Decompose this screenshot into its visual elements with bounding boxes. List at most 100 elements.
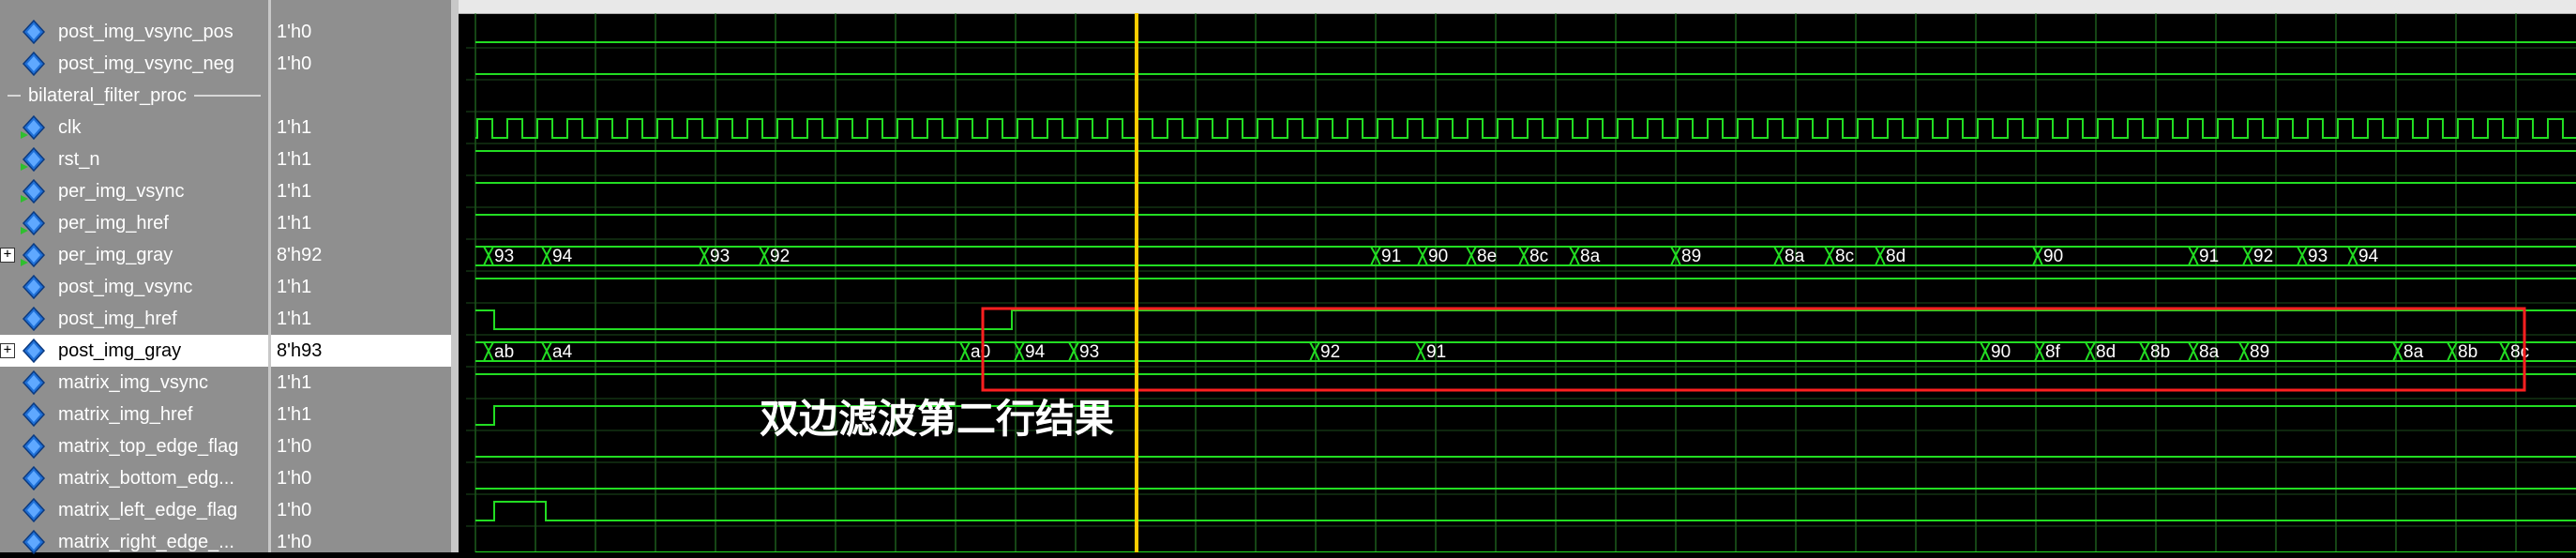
signal-row[interactable]: per_img_href: [0, 207, 268, 239]
bus-value-label: 91: [1426, 342, 1446, 362]
signal-value: 1'h1: [277, 148, 312, 170]
bus-transition: [2392, 341, 2403, 362]
group-divider: [193, 95, 261, 97]
bus-value-label: 90: [1991, 342, 2011, 362]
signal-row[interactable]: per_img_vsync: [0, 175, 268, 207]
signal-out-icon: [21, 51, 47, 77]
signal-in-icon: [21, 210, 47, 236]
bus-transition: [1773, 246, 1785, 266]
highlight-box: [981, 307, 2526, 392]
bus-transition: [2242, 246, 2253, 266]
signal-out-icon: [21, 465, 47, 491]
bus-value-label: 8a: [1580, 247, 1601, 266]
signal-out-icon: [21, 338, 47, 364]
bus-transition: [541, 246, 552, 266]
bus-transition: [1415, 341, 1426, 362]
signal-values-panel: 1'h0 1'h0 1'h1 1'h1 1'h1 1'h1 8'h92 1'h1 1'h1 8'h…: [271, 0, 459, 552]
expand-toggle-icon[interactable]: +: [0, 248, 15, 263]
signal-row[interactable]: post_img_vsync_pos: [0, 16, 268, 48]
signal-in-icon: [21, 178, 47, 204]
bus-value-label: 93: [494, 247, 514, 266]
bus-value-label: 92: [2253, 247, 2273, 266]
waveform-canvas[interactable]: 93 94 93 92 91 90 8e 8c 8a 89 8a 8c 8d 90 91 92 93 94 ab a4…: [466, 13, 2576, 552]
bus-value-label: 8a: [2403, 342, 2424, 362]
signal-value: 1'h0: [277, 435, 312, 457]
signal-out-icon: [21, 369, 47, 396]
signal-row[interactable]: matrix_bottom_edg...: [0, 462, 268, 494]
signal-out-icon: [21, 306, 47, 332]
bus-transition: [759, 246, 770, 266]
signal-name: per_img_href: [58, 212, 169, 234]
bus-transition: [1518, 246, 1529, 266]
signal-row[interactable]: matrix_right_edge_...: [0, 526, 268, 558]
bus-transition: [1980, 341, 1991, 362]
signal-value: 1'h1: [277, 371, 312, 393]
signal-value: 8'h92: [277, 244, 323, 265]
bus-value-label: 8e: [1477, 247, 1497, 266]
bus-value-label: 93: [2308, 247, 2327, 266]
signal-value: 1'h1: [277, 308, 312, 329]
bus-value-label: 8c: [2510, 342, 2529, 362]
bus-transition: [1875, 246, 1886, 266]
bus-transition: [2032, 246, 2043, 266]
signal-row[interactable]: rst_n: [0, 143, 268, 175]
signal-name: matrix_bottom_edg...: [58, 467, 234, 489]
expand-toggle-icon[interactable]: +: [0, 343, 15, 358]
signal-value: 1'h1: [277, 403, 312, 425]
signal-out-icon: [21, 274, 47, 300]
signal-name: clk: [58, 116, 82, 138]
bus-value-label: 92: [770, 247, 790, 266]
signal-row[interactable]: matrix_left_edge_flag: [0, 494, 268, 526]
signal-row[interactable]: post_img_href: [0, 303, 268, 335]
clock-trace: [475, 118, 2576, 139]
bus-transition: [483, 246, 494, 266]
group-divider: [8, 95, 21, 97]
signal-name: matrix_img_href: [58, 403, 193, 425]
bus-value-label: 8c: [1835, 247, 1854, 266]
bus-value-label: 93: [1079, 342, 1099, 362]
signal-out-icon: [21, 497, 47, 523]
signal-name: post_img_gray: [58, 339, 182, 361]
signal-row[interactable]: + per_img_gray: [0, 239, 268, 271]
signal-name: per_img_vsync: [58, 180, 185, 202]
signal-out-icon: [21, 401, 47, 428]
signal-row[interactable]: matrix_img_href: [0, 399, 268, 430]
signal-name: post_img_vsync: [58, 276, 193, 297]
signal-value: 1'h0: [277, 21, 312, 42]
signal-row[interactable]: post_img_vsync: [0, 271, 268, 303]
bus-value-label: 90: [1428, 247, 1448, 266]
bus-transition: [1824, 246, 1835, 266]
signal-row[interactable]: + post_img_gray: [0, 335, 268, 367]
bus-transition: [2347, 246, 2358, 266]
bus-value-label: 92: [1320, 342, 1340, 362]
signal-row[interactable]: clk: [0, 112, 268, 143]
bus-value-label: 90: [2043, 247, 2063, 266]
signal-row[interactable]: matrix_top_edge_flag: [0, 430, 268, 462]
bus-transition: [1466, 246, 1477, 266]
bus-value-label: 91: [1381, 247, 1401, 266]
bus-value-label: a0: [971, 342, 990, 362]
signal-name: matrix_img_vsync: [58, 371, 209, 393]
bus-transition: [699, 246, 710, 266]
signal-name: post_img_vsync_neg: [58, 53, 234, 74]
bus-transition: [541, 341, 552, 362]
bus-value-label: 94: [1025, 342, 1046, 362]
signal-name: rst_n: [58, 148, 100, 170]
group-header[interactable]: bilateral_filter_proc: [0, 80, 268, 112]
bus-value-label: 8a: [1785, 247, 1805, 266]
signal-value: 1'h1: [277, 212, 312, 234]
signal-value: 1'h1: [277, 180, 312, 202]
bus-transition: [2499, 341, 2510, 362]
waveform-post-img-gray: ab a4 a0 94 93 92 91 90 8f 8d 8b 8a 89 8a 8b 8c: [475, 341, 2576, 362]
signal-row[interactable]: post_img_vsync_neg: [0, 48, 268, 80]
bus-value-label: 94: [552, 247, 573, 266]
bus-value-label: 8d: [2096, 342, 2116, 362]
bus-transition: [2188, 341, 2199, 362]
bus-value-label: 94: [2358, 247, 2379, 266]
signal-name: per_img_gray: [58, 244, 173, 265]
signal-row[interactable]: matrix_img_vsync: [0, 367, 268, 399]
bus-value-label: 8c: [1529, 247, 1548, 266]
grid: [466, 13, 2576, 552]
bus-value-label: 89: [1681, 247, 1701, 266]
annotation-label: 双边滤波第二行结果: [760, 396, 1115, 442]
